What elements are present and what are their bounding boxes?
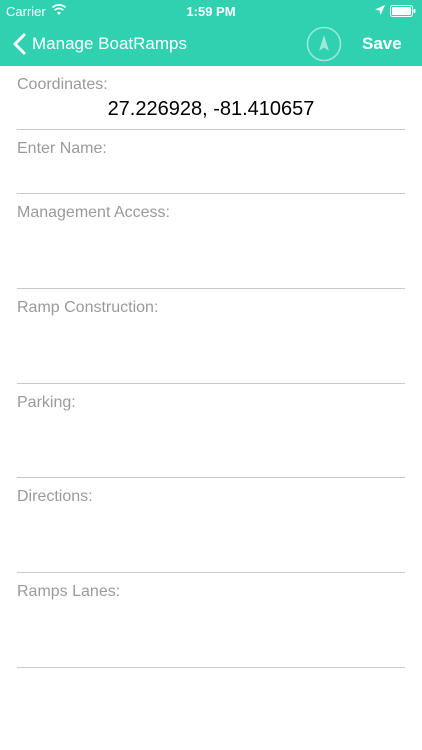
back-button[interactable]: Manage BoatRamps xyxy=(12,32,187,56)
management-access-label: Management Access: xyxy=(17,204,170,221)
battery-icon xyxy=(390,5,416,17)
name-input[interactable] xyxy=(17,160,409,189)
status-bar: Carrier 1:59 PM xyxy=(0,0,422,22)
coordinates-value: 27.226928, -81.410657 xyxy=(107,98,315,120)
ramp-construction-label: Ramp Construction: xyxy=(17,299,159,316)
parking-input[interactable] xyxy=(17,414,409,473)
compass-icon[interactable] xyxy=(306,26,342,62)
management-access-field: Management Access: xyxy=(17,194,409,289)
directions-label: Directions: xyxy=(17,488,93,505)
name-field: Enter Name: xyxy=(17,130,409,194)
status-time: 1:59 PM xyxy=(186,4,236,19)
navigation-bar: Manage BoatRamps Save xyxy=(0,22,422,66)
parking-label: Parking: xyxy=(17,394,76,411)
back-button-label: Manage BoatRamps xyxy=(32,34,187,53)
management-access-input[interactable] xyxy=(17,224,409,284)
coordinates-label: Coordinates: xyxy=(17,76,108,93)
parking-field: Parking: xyxy=(17,384,409,478)
app-header: Carrier 1:59 PM Manage BoatRamps Save xyxy=(0,0,422,66)
ramp-construction-input[interactable] xyxy=(17,319,409,379)
chevron-left-icon xyxy=(13,33,26,55)
save-button[interactable]: Save xyxy=(362,34,402,54)
coordinates-field: Coordinates: 27.226928, -81.410657 xyxy=(17,66,405,130)
ramps-lanes-label: Ramps Lanes: xyxy=(17,583,121,600)
directions-field: Directions: xyxy=(17,478,409,573)
ramps-lanes-field: Ramps Lanes: xyxy=(17,573,409,668)
ramps-lanes-input[interactable] xyxy=(17,603,409,663)
ramp-construction-field: Ramp Construction: xyxy=(17,289,409,384)
directions-input[interactable] xyxy=(17,508,409,568)
location-arrow-icon xyxy=(375,5,385,15)
name-label: Enter Name: xyxy=(17,140,107,157)
